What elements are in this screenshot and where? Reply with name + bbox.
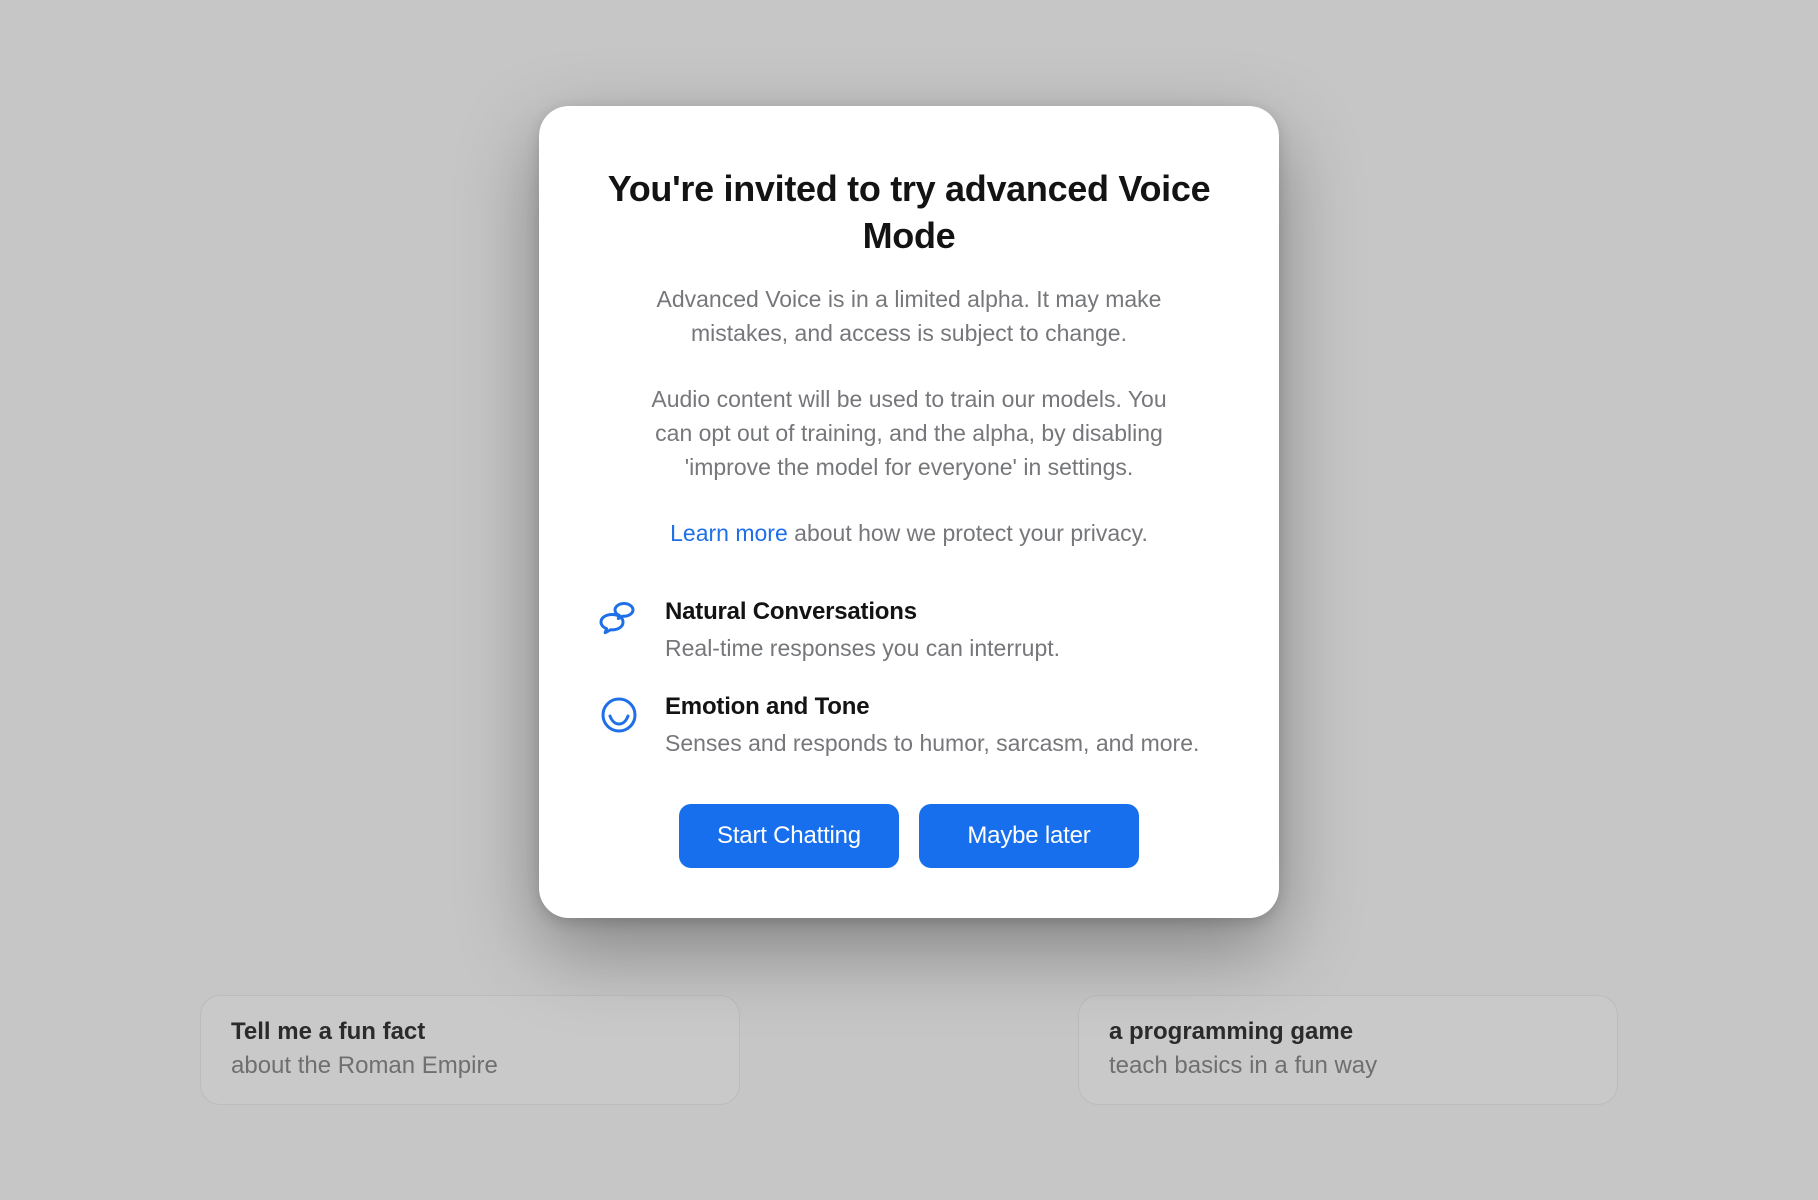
learn-more-link[interactable]: Learn more (670, 520, 788, 546)
suggestion-chip-subtitle: teach basics in a fun way (1109, 1052, 1587, 1080)
smile-icon (599, 695, 639, 735)
feature-text: Natural Conversations Real-time response… (665, 598, 1060, 665)
modal-paragraph-1: Advanced Voice is in a limited alpha. It… (649, 282, 1169, 350)
suggestion-chip[interactable]: Tell me a fun fact about the Roman Empir… (200, 995, 740, 1105)
suggestion-chip-title: a programming game (1109, 1018, 1587, 1046)
learn-more-rest: about how we protect your privacy. (788, 520, 1148, 546)
feature-list: Natural Conversations Real-time response… (599, 598, 1219, 761)
start-chatting-button[interactable]: Start Chatting (679, 804, 899, 868)
modal-paragraph-2: Audio content will be used to train our … (649, 382, 1169, 484)
feature-title: Natural Conversations (665, 598, 1060, 626)
maybe-later-button[interactable]: Maybe later (919, 804, 1139, 868)
modal-actions: Start Chatting Maybe later (599, 804, 1219, 868)
chat-bubbles-icon (599, 600, 639, 640)
feature-description: Senses and responds to humor, sarcasm, a… (665, 727, 1199, 760)
modal-privacy-line: Learn more about how we protect your pri… (649, 516, 1169, 550)
feature-item-conversations: Natural Conversations Real-time response… (599, 598, 1219, 665)
feature-title: Emotion and Tone (665, 693, 1199, 721)
feature-description: Real-time responses you can interrupt. (665, 632, 1060, 665)
feature-text: Emotion and Tone Senses and responds to … (665, 693, 1199, 760)
suggestion-chip-row: Tell me a fun fact about the Roman Empir… (0, 995, 1818, 1105)
suggestion-chip-subtitle: about the Roman Empire (231, 1052, 709, 1080)
suggestion-chip-title: Tell me a fun fact (231, 1018, 709, 1046)
suggestion-chip[interactable]: a programming game teach basics in a fun… (1078, 995, 1618, 1105)
modal-description: Advanced Voice is in a limited alpha. It… (649, 282, 1169, 550)
voice-mode-invite-modal: You're invited to try advanced Voice Mod… (539, 106, 1279, 918)
feature-item-emotion: Emotion and Tone Senses and responds to … (599, 693, 1219, 760)
modal-title: You're invited to try advanced Voice Mod… (599, 166, 1219, 260)
